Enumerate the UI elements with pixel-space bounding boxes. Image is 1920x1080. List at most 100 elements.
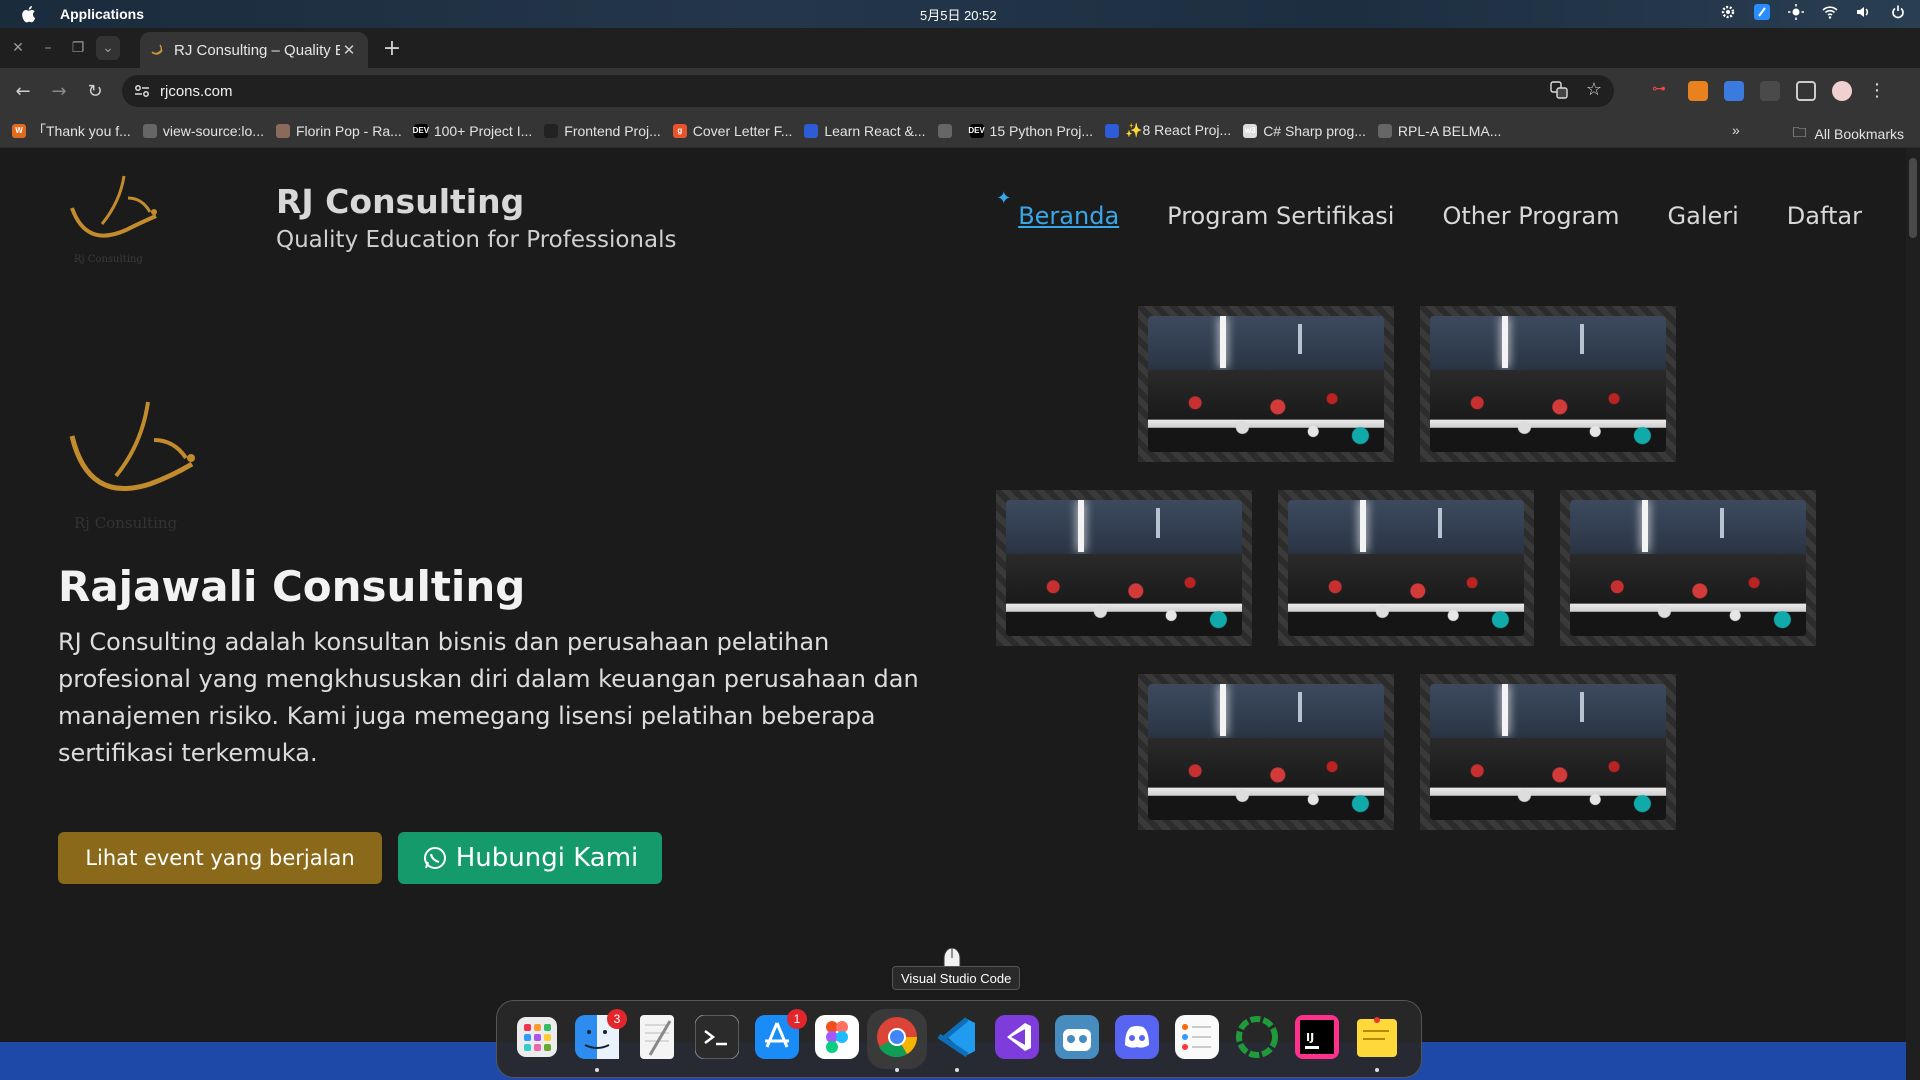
dock-app-stickies[interactable] <box>1353 1015 1401 1072</box>
site-info-icon[interactable] <box>134 84 150 98</box>
contact-us-label: Hubungi Kami <box>455 843 639 873</box>
site-logo[interactable] <box>66 168 166 268</box>
vscode-icon <box>935 1015 979 1063</box>
dock-app-reminders[interactable] <box>1173 1015 1221 1063</box>
dock: 3 1 IJ <box>496 1000 1422 1078</box>
bookmark-star-icon[interactable]: ☆ <box>1586 81 1602 103</box>
gallery-photo[interactable] <box>1138 674 1394 830</box>
gallery-photo[interactable] <box>996 490 1252 646</box>
settings-icon[interactable] <box>1720 4 1736 20</box>
gallery-photo[interactable] <box>1560 490 1816 646</box>
page-scrollbar[interactable] <box>1906 148 1920 1080</box>
whatsapp-icon <box>423 847 446 869</box>
bookmark-item[interactable]: RPL-A BELMA... <box>1377 122 1502 139</box>
bookmark-favicon-icon <box>544 123 559 138</box>
gallery-photo[interactable] <box>1420 306 1676 462</box>
bookmark-label: Florin Pop - Ra... <box>295 122 402 139</box>
bookmark-item[interactable] <box>937 123 958 138</box>
menubar: Applications 5月5日 20:52 <box>0 0 1920 28</box>
view-events-button[interactable]: Lihat event yang berjalan <box>58 832 382 884</box>
seminar-photo <box>1288 500 1524 636</box>
menubar-clock[interactable]: 5月5日 20:52 <box>920 5 997 24</box>
dock-app-chrome[interactable] <box>867 1009 927 1072</box>
gallery-photo[interactable] <box>1420 674 1676 830</box>
window-close-icon[interactable]: ✕ <box>6 36 30 60</box>
nav-beranda[interactable]: ✦ Beranda <box>996 188 1120 230</box>
translate-extension-icon[interactable] <box>1724 80 1744 101</box>
bookmark-item[interactable]: view-source:lo... <box>142 123 264 139</box>
nav-program-sertifikasi[interactable]: Program Sertifikasi <box>1167 202 1394 230</box>
bookmark-item[interactable]: Learn React &... <box>804 123 926 139</box>
browser-menu-icon[interactable]: ⋮ <box>1868 80 1886 101</box>
discord-icon <box>1115 1015 1159 1063</box>
metamask-extension-icon[interactable] <box>1688 80 1708 101</box>
bookmark-item[interactable]: Frontend Proj... <box>544 123 661 139</box>
reload-icon[interactable]: ↻ <box>82 78 108 104</box>
nav-beranda-label: Beranda <box>1018 202 1120 230</box>
notification-badge: 3 <box>607 1009 627 1029</box>
bookmark-item[interactable]: W 「Thank you f... <box>12 121 131 141</box>
gallery-photo[interactable] <box>1138 306 1394 462</box>
dock-app-visual-studio[interactable] <box>993 1015 1041 1063</box>
address-bar[interactable]: rjcons.com ☆ <box>122 75 1614 107</box>
tab-close-icon[interactable]: ✕ <box>340 41 358 59</box>
dock-app-finder[interactable]: 3 <box>573 1009 627 1072</box>
bookmark-item[interactable]: DEV 100+ Project I... <box>413 123 533 139</box>
dock-app-app-store[interactable]: 1 <box>753 1009 807 1063</box>
all-bookmarks-label: All Bookmarks <box>1814 126 1904 142</box>
bookmarks-overflow-icon[interactable]: » <box>1732 122 1740 138</box>
volume-icon[interactable] <box>1856 4 1872 20</box>
tab-rj-consulting[interactable]: RJ Consulting – Quality Education for Pr… <box>140 32 368 68</box>
bookmark-item[interactable]: Florin Pop - Ra... <box>275 122 402 139</box>
extension-glasses-icon[interactable]: ⊶ <box>1652 81 1672 101</box>
bookmark-item[interactable]: ✨8 React Proj... <box>1105 122 1231 139</box>
shortcut-app-icon[interactable] <box>1754 4 1770 20</box>
menubar-app-name[interactable]: Applications <box>60 6 144 22</box>
bookmark-favicon-icon <box>275 123 290 138</box>
window-minimize-icon[interactable]: – <box>36 36 60 60</box>
dock-app-terminal[interactable] <box>693 1014 741 1063</box>
power-icon[interactable] <box>1890 4 1906 20</box>
nav-daftar[interactable]: Daftar <box>1787 202 1862 230</box>
scrollbar-thumb[interactable] <box>1909 158 1917 238</box>
brand-tagline: Quality Education for Professionals <box>276 227 677 253</box>
brand-name[interactable]: RJ Consulting <box>276 182 676 221</box>
bookmark-item[interactable]: DEV 15 Python Proj... <box>968 122 1094 139</box>
dock-app-intellij[interactable]: IJ <box>1293 1015 1341 1063</box>
dock-app-textedit[interactable] <box>633 1015 681 1063</box>
bookmark-item[interactable]: g Cover Letter F... <box>672 123 792 139</box>
forward-icon[interactable]: → <box>46 78 72 104</box>
bookmark-label: 15 Python Proj... <box>989 122 1094 139</box>
wifi-icon[interactable] <box>1822 4 1838 20</box>
browser-tab-bar: ✕ – ❐ ⌄ RJ Consulting – Quality Educatio… <box>0 28 1920 68</box>
tab-search-chevron-icon[interactable]: ⌄ <box>96 36 120 60</box>
main-nav: ✦ Beranda Program Sertifikasi Other Prog… <box>996 188 1862 230</box>
dock-app-godot[interactable] <box>1053 1015 1101 1063</box>
profile-avatar[interactable] <box>1832 80 1852 101</box>
figma-icon <box>815 1015 859 1063</box>
contact-us-button[interactable]: Hubungi Kami <box>398 832 662 884</box>
seminar-photo <box>1570 500 1806 636</box>
window-restore-icon[interactable]: ❐ <box>66 36 90 60</box>
url-text[interactable]: rjcons.com <box>160 83 233 100</box>
gallery-photo[interactable] <box>1278 490 1534 646</box>
bookmark-label: RPL-A BELMA... <box>1397 122 1502 139</box>
dock-app-discord[interactable] <box>1113 1015 1161 1063</box>
extensions-puzzle-icon[interactable] <box>1796 80 1816 101</box>
back-icon[interactable]: ← <box>10 78 36 104</box>
dock-app-activity-ring[interactable] <box>1233 1015 1281 1063</box>
all-bookmarks-button[interactable]: 🗀 All Bookmarks <box>1793 122 1904 146</box>
bookmark-item[interactable]: w3 C# Sharp prog... <box>1243 123 1366 139</box>
dock-app-launchpad[interactable] <box>513 1015 561 1063</box>
translate-icon[interactable] <box>1550 81 1568 103</box>
sparkle-icon: ✦ <box>996 188 1012 209</box>
seminar-photo <box>1148 684 1384 820</box>
brightness-icon[interactable] <box>1788 4 1804 20</box>
apple-icon[interactable] <box>20 5 36 23</box>
nav-galeri[interactable]: Galeri <box>1668 202 1739 230</box>
new-tab-icon[interactable]: + <box>380 36 404 61</box>
disabled-extension-icon[interactable] <box>1760 80 1780 101</box>
nav-other-program[interactable]: Other Program <box>1442 202 1619 230</box>
dock-app-figma[interactable] <box>813 1015 861 1063</box>
dock-app-vscode[interactable] <box>933 1015 981 1072</box>
